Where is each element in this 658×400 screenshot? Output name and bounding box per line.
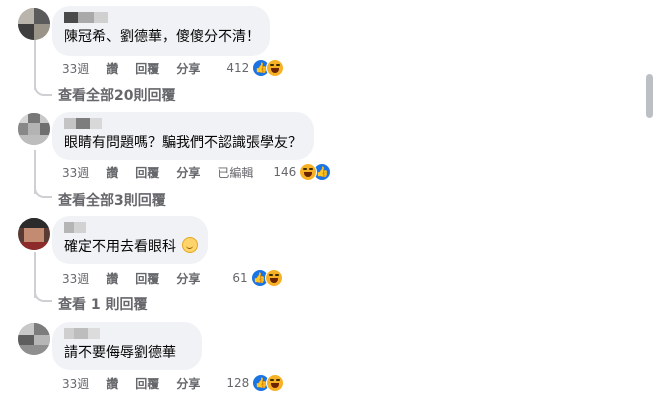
- thread-connector: [34, 290, 52, 302]
- share-button[interactable]: 分享: [176, 164, 200, 181]
- author-name-blurred[interactable]: [64, 12, 258, 23]
- comment-actions: 33週 讚 回覆 分享 128 👍: [62, 373, 285, 393]
- haha-icon[interactable]: [266, 374, 285, 392]
- avatar[interactable]: [18, 218, 50, 250]
- comment-actions: 33週 讚 回覆 分享 412 👍: [62, 58, 285, 78]
- comment-actions: 33週 讚 回覆 分享 61 👍: [62, 268, 283, 288]
- view-replies-link[interactable]: 查看 1 則回覆: [58, 294, 148, 314]
- comment-bubble: 眼睛有問題嗎？騙我們不認識張學友？: [52, 112, 314, 160]
- reply-button[interactable]: 回覆: [135, 164, 159, 181]
- like-button[interactable]: 讚: [106, 270, 118, 287]
- smile-emoji-icon: [182, 237, 198, 253]
- comment-bubble: 請不要侮辱劉德華: [52, 322, 202, 370]
- thread-line: [34, 40, 36, 90]
- comment-actions: 33週 讚 回覆 分享 已編輯 146 👍: [62, 162, 332, 182]
- comment-text: 眼睛有問題嗎？騙我們不認識張學友？: [64, 135, 302, 151]
- avatar[interactable]: [18, 8, 50, 40]
- author-name-blurred[interactable]: [64, 328, 190, 339]
- timestamp-link[interactable]: 33週: [62, 270, 89, 287]
- reply-button[interactable]: 回覆: [135, 270, 159, 287]
- reply-button[interactable]: 回覆: [135, 60, 159, 77]
- comment-text: 請不要侮辱劉德華: [64, 345, 176, 361]
- edited-label[interactable]: 已編輯: [217, 164, 253, 181]
- timestamp-link[interactable]: 33週: [62, 60, 89, 77]
- timestamp-link[interactable]: 33週: [62, 164, 89, 181]
- like-button[interactable]: 讚: [106, 164, 118, 181]
- reply-button[interactable]: 回覆: [135, 375, 159, 392]
- haha-icon[interactable]: [264, 269, 283, 287]
- like-button[interactable]: 讚: [106, 375, 118, 392]
- reaction-count[interactable]: 61: [232, 271, 247, 285]
- like-button[interactable]: 讚: [106, 60, 118, 77]
- comment-text: 陳冠希、劉德華，傻傻分不清！: [64, 29, 260, 45]
- author-name-blurred[interactable]: [64, 222, 196, 233]
- share-button[interactable]: 分享: [176, 375, 200, 392]
- view-replies-link[interactable]: 查看全部3則回覆: [58, 190, 166, 210]
- haha-icon[interactable]: [266, 59, 285, 77]
- scrollbar-thumb[interactable]: [646, 74, 653, 118]
- reaction-count[interactable]: 146: [273, 165, 296, 179]
- timestamp-link[interactable]: 33週: [62, 375, 89, 392]
- thread-connector: [34, 186, 52, 198]
- comment-bubble: 確定不用去看眼科: [52, 216, 208, 264]
- author-name-blurred[interactable]: [64, 118, 302, 129]
- comment-text: 確定不用去看眼科: [64, 237, 198, 257]
- view-replies-link[interactable]: 查看全部20則回覆: [58, 85, 175, 105]
- avatar[interactable]: [18, 113, 50, 145]
- haha-icon[interactable]: [299, 163, 318, 181]
- scrollbar[interactable]: [644, 0, 658, 400]
- avatar[interactable]: [18, 323, 50, 355]
- reaction-count[interactable]: 128: [226, 376, 249, 390]
- comment-bubble: 陳冠希、劉德華，傻傻分不清！: [52, 6, 270, 56]
- share-button[interactable]: 分享: [176, 270, 200, 287]
- thread-connector: [34, 84, 52, 96]
- share-button[interactable]: 分享: [176, 60, 200, 77]
- reaction-count[interactable]: 412: [226, 61, 249, 75]
